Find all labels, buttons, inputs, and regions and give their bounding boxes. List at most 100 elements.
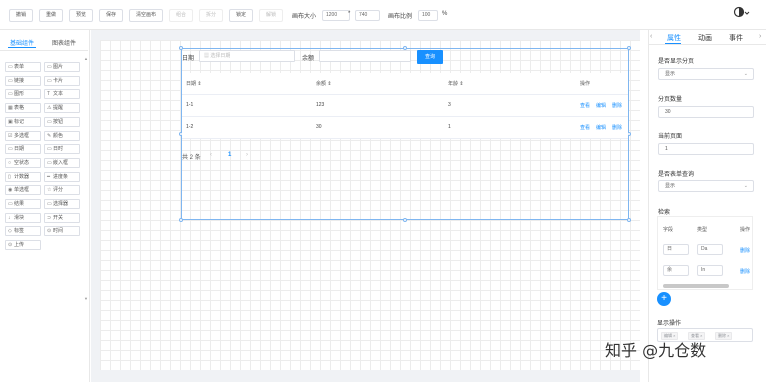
component-label: 结果	[14, 201, 25, 207]
component-item[interactable]: ☆ 评分	[44, 185, 80, 196]
view-link[interactable]: 查看	[580, 124, 590, 131]
canvas-ratio-input[interactable]: 100	[418, 10, 438, 21]
component-label: 滑块	[14, 214, 25, 221]
component-item[interactable]: ▭嵌入框	[44, 157, 80, 168]
column-header-date[interactable]: 日期 ⇕	[186, 80, 202, 87]
component-item[interactable]: ◉ 单选框	[5, 185, 41, 196]
page-number[interactable]: 1	[228, 152, 231, 158]
date-filter-input[interactable]: ▦ 选择日期	[199, 50, 295, 62]
tab-events[interactable]: 事件	[729, 33, 743, 43]
clear-canvas-button[interactable]: 清空画布	[129, 9, 163, 22]
close-icon[interactable]: ×	[727, 333, 729, 338]
canvas-size-label: 画布大小	[292, 14, 317, 20]
next-page-icon[interactable]: ›	[246, 152, 248, 158]
component-item[interactable]: ▭日期	[5, 144, 41, 155]
view-link[interactable]: 查看	[580, 102, 590, 109]
component-item[interactable]: ▭图片	[44, 62, 80, 72]
component-item[interactable]: ▭图形	[5, 89, 41, 100]
resize-handle[interactable]	[627, 46, 631, 50]
action-tag-label: 删除	[718, 333, 726, 338]
component-label: 评分	[53, 187, 64, 194]
component-item[interactable]: ▯ 计数器	[5, 171, 41, 182]
balance-filter-input[interactable]	[319, 50, 411, 62]
component-label: 图形	[14, 91, 25, 98]
component-scrollbar[interactable]: ▲ ▼	[84, 56, 88, 304]
scroll-up-icon[interactable]: ▲	[84, 56, 88, 61]
component-item[interactable]: ◇ 标签	[5, 226, 41, 237]
component-item[interactable]: ▭选择器	[44, 199, 80, 209]
component-item[interactable]: ⊙ 时间	[44, 226, 80, 237]
component-label: 卡片	[53, 77, 64, 84]
theme-toggle[interactable]	[733, 6, 751, 20]
scroll-down-icon[interactable]: ▼	[84, 296, 88, 301]
component-label: 进度条	[53, 173, 69, 180]
resize-handle[interactable]	[403, 218, 407, 222]
delete-link[interactable]: 删除	[612, 102, 622, 109]
component-item[interactable]: ▣标记	[5, 116, 41, 127]
component-label: 日期	[14, 146, 25, 153]
cell-date: 1-2	[186, 124, 194, 130]
show-pagination-select[interactable]: 显示 ⌄	[658, 68, 754, 80]
search-type-select[interactable]: In	[697, 265, 723, 276]
search-header-action: 操作	[740, 227, 751, 233]
search-field-select[interactable]: 日	[663, 244, 689, 255]
delete-link[interactable]: 删除	[612, 124, 622, 131]
unlock-button[interactable]: 解锁	[259, 9, 283, 22]
canvas-ratio-label: 画布比例	[388, 14, 413, 20]
resize-handle[interactable]	[179, 218, 183, 222]
group-button[interactable]: 组合	[169, 9, 193, 22]
current-page-input[interactable]: 1	[658, 143, 754, 155]
search-type-select[interactable]: Da	[697, 244, 723, 255]
prev-page-icon[interactable]: ‹	[210, 152, 212, 158]
component-item[interactable]: ⊙ 上传	[5, 240, 41, 251]
component-item[interactable]: ▭链接	[5, 75, 41, 86]
panel-prev-icon[interactable]: ‹	[650, 33, 652, 40]
undo-button[interactable]: 撤销	[9, 9, 33, 22]
search-delete-link[interactable]: 删除	[740, 247, 750, 254]
component-item[interactable]: ⊃ 开关	[44, 212, 80, 223]
component-item[interactable]: ▦表格	[5, 103, 41, 114]
component-label: 链接	[14, 77, 25, 84]
search-delete-link[interactable]: 删除	[740, 268, 750, 275]
component-item[interactable]: ▭卡片	[44, 75, 80, 86]
edit-link[interactable]: 编辑	[596, 124, 606, 131]
component-item[interactable]: ▭结果	[5, 199, 41, 209]
form-query-select[interactable]: 显示 ⌄	[658, 180, 754, 192]
cell-balance: 123	[316, 102, 325, 108]
component-item[interactable]: ━ 进度条	[44, 171, 80, 182]
component-item[interactable]: ↓ 滑块	[5, 212, 41, 223]
lock-button[interactable]: 锁定	[229, 9, 253, 22]
page-size-input[interactable]: 30	[658, 106, 754, 118]
resize-handle[interactable]	[179, 46, 183, 50]
tab-animation[interactable]: 动画	[698, 33, 712, 43]
component-item[interactable]: ▭日时	[44, 144, 80, 155]
add-search-field-button[interactable]: +	[657, 292, 671, 306]
column-header-actions: 操作	[580, 81, 591, 87]
resize-handle[interactable]	[627, 218, 631, 222]
column-header-balance[interactable]: 余额 ⇕	[316, 80, 332, 87]
canvas-height-input[interactable]: 740	[355, 10, 380, 21]
component-item[interactable]: ▭表单	[5, 62, 41, 72]
tab-chart-components[interactable]: 图表组件	[52, 38, 76, 47]
edit-link[interactable]: 编辑	[596, 102, 606, 109]
component-item[interactable]: ✎ 颜色	[44, 130, 80, 141]
ungroup-button[interactable]: 拆分	[199, 9, 223, 22]
component-label: 表格	[14, 105, 25, 112]
tab-properties[interactable]: 属性	[667, 33, 681, 43]
tab-basic-components[interactable]: 基础组件	[10, 38, 34, 47]
component-item[interactable]: ⚠ 提醒	[44, 103, 80, 114]
panel-next-icon[interactable]: ›	[759, 33, 761, 40]
canvas-width-input[interactable]: 1200	[322, 10, 350, 21]
component-item[interactable]: ▭按钮	[44, 116, 80, 127]
preview-button[interactable]: 预览	[69, 9, 93, 22]
component-item[interactable]: ○ 空状态	[5, 157, 41, 168]
query-button[interactable]: 查询	[417, 50, 443, 64]
save-button[interactable]: 保存	[99, 9, 123, 22]
column-header-age[interactable]: 年龄 ⇕	[448, 80, 464, 87]
search-header-type: 类型	[697, 227, 708, 233]
horizontal-scrollbar[interactable]	[663, 284, 729, 288]
redo-button[interactable]: 重做	[39, 9, 63, 22]
component-item[interactable]: ☑ 多选框	[5, 130, 41, 141]
component-item[interactable]: T 文本	[44, 89, 80, 100]
search-field-select[interactable]: 余	[663, 265, 689, 276]
